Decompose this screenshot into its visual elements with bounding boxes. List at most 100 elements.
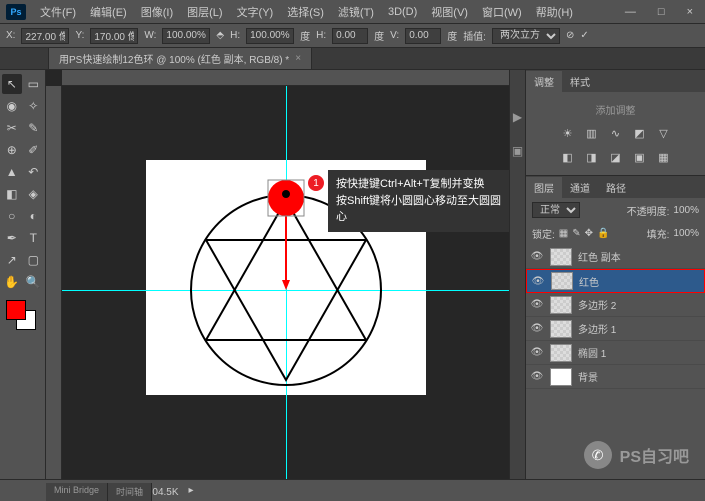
pen-tool[interactable]: ✒ (2, 228, 22, 248)
layer-row[interactable]: 👁 多边形 1 (526, 317, 705, 341)
canvas-area[interactable]: 1 按快捷键Ctrl+Alt+T复制并变换 按Shift键将小圆圆心移动至大圆圆… (46, 70, 509, 479)
marquee-tool[interactable]: ▭ (24, 74, 44, 94)
close-tab-icon[interactable]: × (295, 53, 301, 64)
shape-tool[interactable]: ▢ (24, 250, 44, 270)
opt-h2-input[interactable] (332, 28, 368, 44)
link-icon[interactable]: ⬘ (216, 30, 224, 41)
menu-help[interactable]: 帮助(H) (530, 2, 579, 22)
wand-tool[interactable]: ✧ (24, 96, 44, 116)
opt-interp-select[interactable]: 两次立方 (492, 28, 560, 44)
adj-hue-icon[interactable]: ◧ (560, 149, 576, 165)
watermark: ✆ PS自习吧 (584, 441, 689, 469)
visibility-icon[interactable]: 👁 (530, 299, 544, 310)
fill-value[interactable]: 100% (673, 228, 699, 239)
tab-styles[interactable]: 样式 (562, 71, 598, 92)
heal-tool[interactable]: ⊕ (2, 140, 22, 160)
panel-icon[interactable]: ▣ (512, 144, 523, 158)
adj-exposure-icon[interactable]: ◩ (632, 125, 648, 141)
layer-row[interactable]: 👁 椭圆 1 (526, 341, 705, 365)
opt-w-input[interactable] (162, 28, 210, 44)
color-swatches[interactable] (6, 300, 36, 330)
tab-minibridge[interactable]: Mini Bridge (46, 483, 108, 501)
eyedropper-tool[interactable]: ✎ (24, 118, 44, 138)
document-tab-title: 用PS快速绘制12色环 @ 100% (红色 副本, RGB/8) * (59, 51, 289, 66)
lasso-tool[interactable]: ◉ (2, 96, 22, 116)
visibility-icon[interactable]: 👁 (530, 347, 544, 358)
tab-layers[interactable]: 图层 (526, 177, 562, 198)
stamp-tool[interactable]: ▲ (2, 162, 22, 182)
menu-file[interactable]: 文件(F) (34, 2, 82, 22)
hand-tool[interactable]: ✋ (2, 272, 22, 292)
type-tool[interactable]: T (24, 228, 44, 248)
visibility-icon[interactable]: 👁 (530, 251, 544, 262)
tab-timeline[interactable]: 时间轴 (108, 483, 152, 501)
eraser-tool[interactable]: ◧ (2, 184, 22, 204)
adj-balance-icon[interactable]: ◨ (584, 149, 600, 165)
move-tool[interactable]: ↖ (2, 74, 22, 94)
adj-bw-icon[interactable]: ◪ (608, 149, 624, 165)
menu-layer[interactable]: 图层(L) (181, 2, 228, 22)
opacity-value[interactable]: 100% (673, 205, 699, 216)
doc-info-arrow-icon[interactable]: ▸ (189, 485, 194, 496)
tab-channels[interactable]: 通道 (562, 177, 598, 198)
layer-thumbnail[interactable] (550, 368, 572, 386)
menu-view[interactable]: 视图(V) (425, 2, 474, 22)
menu-edit[interactable]: 编辑(E) (84, 2, 133, 22)
gradient-tool[interactable]: ◈ (24, 184, 44, 204)
document-tab[interactable]: 用PS快速绘制12色环 @ 100% (红色 副本, RGB/8) * × (48, 47, 312, 69)
visibility-icon[interactable]: 👁 (530, 323, 544, 334)
blend-mode-select[interactable]: 正常 (532, 202, 580, 218)
layer-row[interactable]: 👁 红色 副本 (526, 245, 705, 269)
adj-curves-icon[interactable]: ∿ (608, 125, 624, 141)
history-tool[interactable]: ↶ (24, 162, 44, 182)
opt-x-input[interactable] (21, 28, 69, 44)
menu-image[interactable]: 图像(I) (135, 2, 179, 22)
maximize-button[interactable]: □ (652, 4, 671, 20)
tab-adjustments[interactable]: 调整 (526, 71, 562, 92)
commit-transform-icon[interactable]: ✓ (580, 30, 588, 41)
layer-row[interactable]: 👁 红色 (526, 269, 705, 293)
layer-thumbnail[interactable] (550, 296, 572, 314)
crop-tool[interactable]: ✂ (2, 118, 22, 138)
layer-thumbnail[interactable] (550, 344, 572, 362)
lock-move-icon[interactable]: ✥ (585, 228, 593, 239)
menu-window[interactable]: 窗口(W) (476, 2, 528, 22)
brush-tool[interactable]: ✐ (24, 140, 44, 160)
adj-levels-icon[interactable]: ▥ (584, 125, 600, 141)
menu-type[interactable]: 文字(Y) (231, 2, 280, 22)
opt-h-input[interactable] (246, 28, 294, 44)
layer-row[interactable]: 👁 背景 (526, 365, 705, 389)
dodge-tool[interactable]: ◐ (24, 206, 44, 226)
minimize-button[interactable]: — (619, 4, 642, 20)
adj-brightness-icon[interactable]: ☀ (560, 125, 576, 141)
cancel-transform-icon[interactable]: ⊘ (566, 30, 574, 41)
menu-filter[interactable]: 滤镜(T) (332, 2, 380, 22)
lock-paint-icon[interactable]: ✎ (572, 228, 580, 239)
layer-row[interactable]: 👁 多边形 2 (526, 293, 705, 317)
ruler-horizontal[interactable] (62, 70, 509, 86)
tab-paths[interactable]: 路径 (598, 177, 634, 198)
visibility-icon[interactable]: 👁 (531, 276, 545, 287)
lock-all-icon[interactable]: 🔒 (597, 228, 609, 239)
window-controls: — □ × (619, 4, 699, 20)
zoom-tool[interactable]: 🔍 (24, 272, 44, 292)
menu-3d[interactable]: 3D(D) (382, 4, 423, 20)
foreground-color[interactable] (6, 300, 26, 320)
adj-mixer-icon[interactable]: ▦ (656, 149, 672, 165)
opt-v-input[interactable] (405, 28, 441, 44)
lock-trans-icon[interactable]: ▦ (559, 228, 568, 239)
layer-name: 红色 (579, 274, 599, 289)
path-tool[interactable]: ↗ (2, 250, 22, 270)
blur-tool[interactable]: ○ (2, 206, 22, 226)
layer-thumbnail[interactable] (550, 248, 572, 266)
close-button[interactable]: × (681, 4, 699, 20)
adj-vibrance-icon[interactable]: ▽ (656, 125, 672, 141)
adj-photo-icon[interactable]: ▣ (632, 149, 648, 165)
play-icon[interactable]: ▶ (513, 110, 522, 124)
layer-thumbnail[interactable] (551, 272, 573, 290)
visibility-icon[interactable]: 👁 (530, 371, 544, 382)
ruler-vertical[interactable] (46, 86, 62, 479)
menu-select[interactable]: 选择(S) (281, 2, 330, 22)
opt-y-input[interactable] (90, 28, 138, 44)
layer-thumbnail[interactable] (550, 320, 572, 338)
